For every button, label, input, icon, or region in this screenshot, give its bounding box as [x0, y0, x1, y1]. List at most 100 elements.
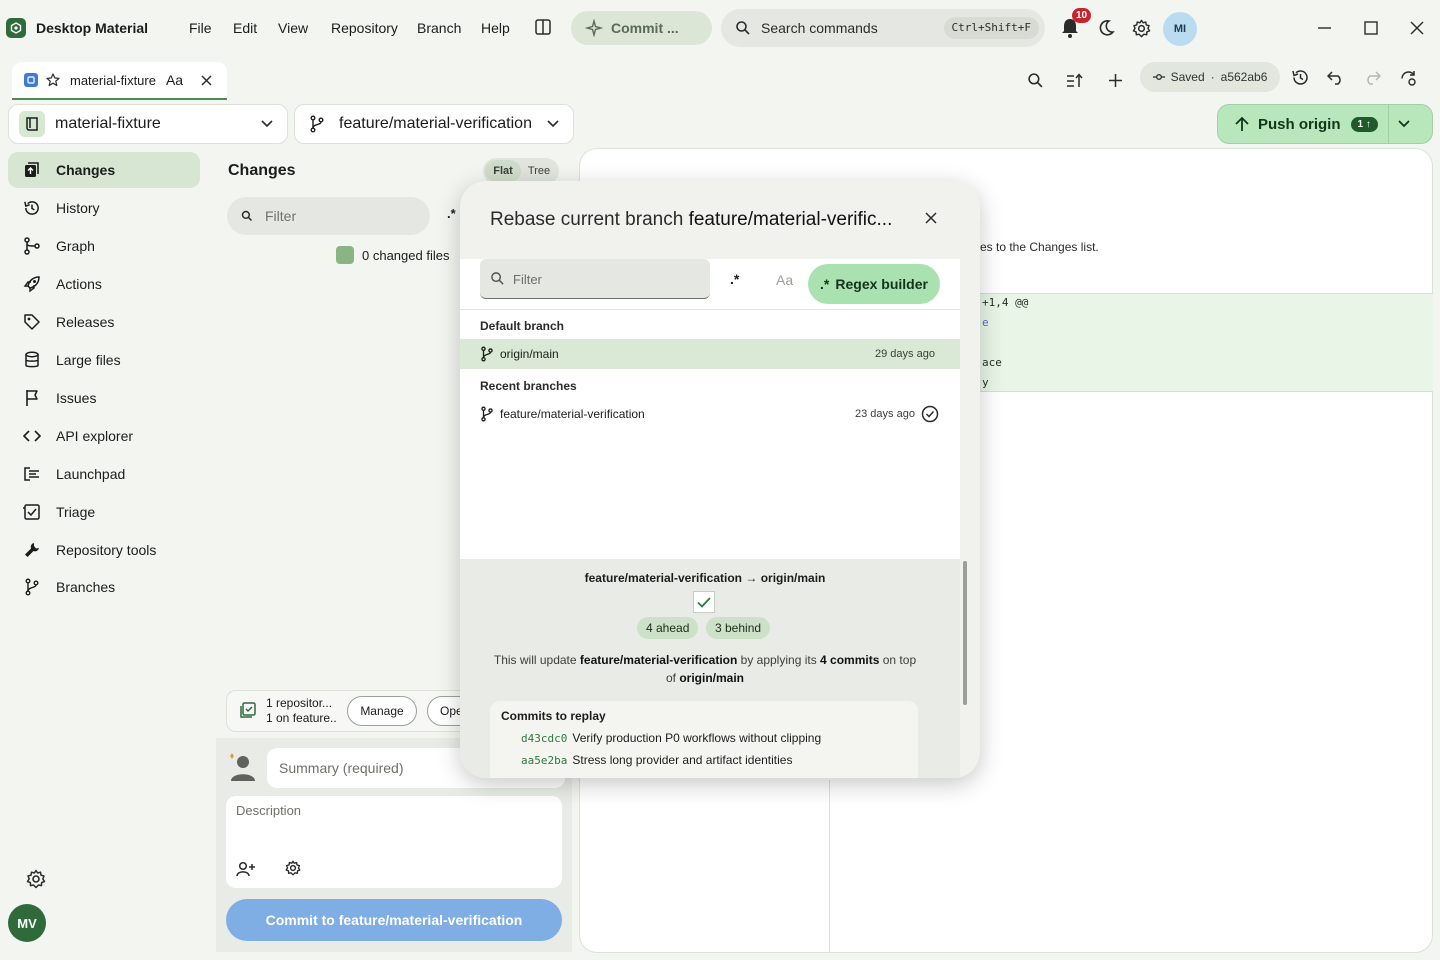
case-sensitive-toggle[interactable]: Aa	[776, 272, 793, 288]
branch-icon	[309, 115, 325, 133]
tag-icon	[22, 312, 42, 332]
sidebar-item-releases[interactable]: Releases	[8, 304, 200, 340]
sidebar-item-large-files[interactable]: Large files	[8, 342, 200, 378]
command-search-placeholder: Search commands	[761, 20, 878, 36]
push-dropdown-chevron-icon[interactable]	[1398, 120, 1410, 128]
minimize-icon[interactable]	[1318, 27, 1331, 29]
arrow-up-icon	[1234, 116, 1250, 132]
close-window-icon[interactable]	[1410, 21, 1424, 35]
sidebar-item-repository-tools[interactable]: Repository tools	[8, 532, 200, 568]
sidebar-item-api-explorer[interactable]: API explorer	[8, 418, 200, 454]
menu-view[interactable]: View	[278, 20, 308, 36]
commit-pill-label: Commit ...	[611, 20, 679, 36]
repository-summary-line2: 1 on feature...	[266, 711, 336, 725]
undo-icon[interactable]	[1327, 70, 1344, 85]
rebase-ok-check-icon	[693, 591, 715, 613]
view-tree-button[interactable]: Tree	[521, 160, 557, 182]
sidebar-item-label: Triage	[56, 504, 96, 520]
sidebar-item-label: Graph	[56, 238, 95, 254]
saved-sha: a562ab6	[1220, 70, 1268, 84]
push-origin-button[interactable]: Push origin 1 ↑	[1217, 104, 1433, 144]
saved-separator: ·	[1210, 70, 1215, 84]
menu-file[interactable]: File	[189, 20, 212, 36]
history-clock-icon[interactable]	[1291, 68, 1310, 87]
sidebar-item-graph[interactable]: Graph	[8, 228, 200, 264]
sidebar-item-changes[interactable]: Changes	[8, 152, 200, 188]
sidebar-item-branches[interactable]: Branches	[8, 569, 200, 605]
dialog-scrollbar[interactable]	[963, 561, 967, 705]
star-icon[interactable]	[46, 73, 60, 87]
sort-icon[interactable]	[1066, 72, 1084, 89]
regex-toggle[interactable]: .*	[730, 271, 739, 287]
branch-row-feature-material-verification[interactable]: feature/material-verification 23 days ag…	[460, 399, 960, 429]
rebase-title-prefix: Rebase current branch	[490, 209, 684, 230]
title-bar: Desktop Material File Edit View Reposito…	[0, 0, 1440, 56]
repository-selector[interactable]: material-fixture	[8, 104, 288, 144]
push-origin-label: Push origin	[1258, 115, 1341, 133]
sidebar-item-label: Actions	[56, 276, 102, 292]
sidebar-item-triage[interactable]: Triage	[8, 494, 200, 530]
changes-filter-input[interactable]: Filter	[227, 197, 430, 235]
account-avatar[interactable]: MV	[8, 904, 46, 942]
sidebar-settings-gear-icon[interactable]	[26, 869, 46, 889]
repository-selector-label: material-fixture	[55, 115, 161, 132]
branch-selector-label: feature/material-verification	[339, 115, 532, 132]
search-icon[interactable]	[1027, 72, 1044, 89]
commit-description-placeholder: Description	[236, 803, 302, 818]
commit-dot-icon	[1152, 73, 1165, 81]
user-avatar[interactable]: MI	[1163, 12, 1197, 46]
branch-icon	[22, 577, 42, 597]
repositories-icon	[239, 701, 257, 719]
branch-filter-input[interactable]: Filter	[480, 259, 710, 299]
changes-icon	[22, 160, 42, 180]
sidebar-item-issues[interactable]: Issues	[8, 380, 200, 416]
diff-line: e	[982, 316, 989, 329]
branch-age: 29 days ago	[875, 348, 935, 360]
commit-description-input[interactable]: Description	[226, 796, 562, 888]
sidebar-item-label: Changes	[56, 162, 116, 178]
commit-options-gear-icon[interactable]	[285, 860, 301, 876]
view-flat-button[interactable]: Flat	[485, 160, 521, 182]
menu-edit[interactable]: Edit	[233, 20, 257, 36]
layout-toggle-icon[interactable]	[534, 18, 552, 36]
saved-label: Saved	[1170, 70, 1205, 84]
commit-pill-button[interactable]: Commit ...	[571, 11, 712, 45]
wrench-icon	[22, 540, 42, 560]
regex-builder-button[interactable]: .* Regex builder	[808, 264, 940, 304]
moon-icon[interactable]	[1097, 19, 1115, 37]
command-search-input[interactable]: Search commands Ctrl+Shift+F	[721, 9, 1045, 47]
menu-help[interactable]: Help	[481, 20, 510, 36]
commit-button[interactable]: Commit to feature/material-verification	[226, 899, 562, 941]
sync-settings-icon[interactable]	[1399, 69, 1418, 88]
manage-button[interactable]: Manage	[347, 696, 417, 726]
branch-selector[interactable]: feature/material-verification	[294, 104, 574, 144]
rebase-dialog-title: Rebase current branch feature/material-v…	[490, 209, 900, 231]
committer-avatar-icon	[228, 752, 258, 782]
branch-icon	[480, 346, 494, 362]
commit-message: Stress long provider and artifact identi…	[572, 753, 793, 767]
add-coauthor-icon[interactable]	[236, 861, 256, 877]
repository-tab[interactable]: material-fixture Aa	[12, 62, 227, 100]
menu-repository[interactable]: Repository	[331, 20, 398, 36]
recent-branches-heading: Recent branches	[480, 379, 577, 393]
sidebar-item-label: History	[56, 200, 100, 216]
settings-gear-icon[interactable]	[1132, 19, 1151, 38]
sidebar-item-history[interactable]: History	[8, 190, 200, 226]
repository-summary-text: 1 repositor... 1 on feature...	[266, 696, 336, 726]
sidebar-item-actions[interactable]: Actions	[8, 266, 200, 302]
add-icon[interactable]	[1108, 73, 1123, 88]
sidebar-item-label: Large files	[56, 352, 121, 368]
sidebar-item-launchpad[interactable]: Launchpad	[8, 456, 200, 492]
regex-builder-icon: .*	[820, 276, 830, 292]
search-icon	[241, 210, 253, 222]
maximize-icon[interactable]	[1364, 21, 1378, 35]
tab-close-icon[interactable]	[201, 75, 212, 86]
branch-name: origin/main	[500, 347, 559, 361]
changes-regex-toggle[interactable]: .*	[447, 206, 456, 221]
branch-row-origin-main[interactable]: origin/main 29 days ago	[460, 339, 960, 369]
triage-icon	[22, 502, 42, 522]
dialog-close-icon[interactable]	[925, 212, 937, 224]
menu-branch[interactable]: Branch	[417, 20, 461, 36]
sidebar-item-label: Branches	[56, 579, 116, 595]
sidebar-item-label: Issues	[56, 390, 97, 406]
